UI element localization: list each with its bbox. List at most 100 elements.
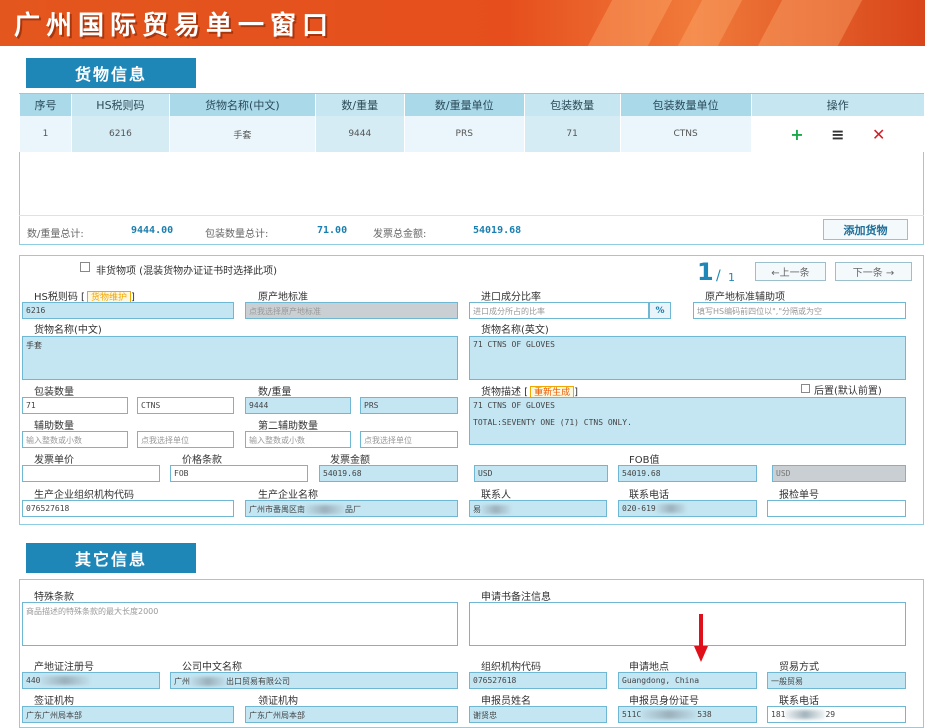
qty-label: 数/重量 [258, 387, 292, 398]
page-separator: / [716, 268, 721, 284]
import-ratio-field[interactable]: 进口成分所占的比率 [469, 302, 649, 319]
non-goods-checkbox[interactable] [80, 262, 90, 272]
declarant-id-field[interactable]: 511C 538 [618, 706, 757, 723]
aux-qty-label: 辅助数量 [34, 421, 74, 432]
cell-name-cn: 手套 [168, 116, 316, 152]
contact-label: 联系人 [481, 490, 511, 501]
origin-aux-field[interactable]: 填写HS编码前四位以","分隔或为空 [693, 302, 906, 319]
name-cn-field[interactable]: 手套 [22, 336, 458, 380]
name-en-field[interactable]: 71 CTNS OF GLOVES [469, 336, 906, 380]
prev-item-button[interactable]: ←上一条 [755, 262, 826, 281]
company-cn-field[interactable]: 广州 出口贸易有限公司 [170, 672, 458, 689]
contact-field[interactable]: 易 [469, 500, 607, 517]
fob-label: FOB值 [629, 455, 660, 466]
contact-phone2-label: 联系电话 [779, 696, 819, 707]
fob-field[interactable]: 54019.68 [618, 465, 757, 482]
producer-org-code-field[interactable]: 076527618 [22, 500, 234, 517]
producer-org-code-label: 生产企业组织机构代码 [34, 490, 134, 501]
aux-unit-select[interactable]: 点我选择单位 [137, 431, 234, 448]
aux2-qty-field[interactable]: 输入整数或小数 [245, 431, 351, 448]
collect-org-label: 领证机构 [258, 696, 298, 707]
col-name-cn: 货物名称(中文) [168, 94, 316, 116]
producer-name-label: 生产企业名称 [258, 490, 318, 501]
postfix-label: 后置(默认前置) [814, 386, 882, 397]
cell-pkg-unit: CTNS [619, 116, 752, 152]
origin-criterion-select[interactable]: 点我选择原产地标准 [245, 302, 458, 319]
company-cn-label: 公司中文名称 [182, 662, 242, 673]
contact-phone-label: 联系电话 [629, 490, 669, 501]
cell-qty: 9444 [314, 116, 405, 152]
col-qty-unit: 数/重量单位 [403, 94, 525, 116]
pkg-total-label: 包装数量总计: [205, 229, 269, 240]
col-ops: 操作 [750, 94, 924, 116]
remark-label: 申请书备注信息 [481, 592, 551, 603]
qty-field[interactable]: 9444 [245, 397, 351, 414]
producer-name-field[interactable]: 广州市番禺区南 品厂 [245, 500, 458, 517]
org-code-label: 组织机构代码 [481, 662, 541, 673]
next-item-button[interactable]: 下一条 → [835, 262, 912, 281]
cell-ops: + ≡ ✕ [750, 116, 924, 152]
aux2-qty-label: 第二辅助数量 [258, 421, 318, 432]
qty-total-label: 数/重量总计: [27, 229, 84, 240]
goods-detail-panel [19, 255, 924, 525]
app-title: 广州国际贸易单一窗口 [14, 11, 335, 41]
invoice-unit-price-label: 发票单价 [34, 455, 74, 466]
collect-org-field[interactable]: 广东广州局本部 [245, 706, 458, 723]
goods-section-tab[interactable]: 货物信息 [26, 58, 196, 88]
pkg-qty-field[interactable]: 71 [22, 397, 128, 414]
col-pkg: 包装数量 [523, 94, 621, 116]
aux-qty-field[interactable]: 输入整数或小数 [22, 431, 128, 448]
delete-row-icon[interactable]: ✕ [870, 125, 888, 144]
col-qty: 数/重量 [314, 94, 405, 116]
special-terms-label: 特殊条款 [34, 592, 74, 603]
import-ratio-label: 进口成分比率 [481, 292, 541, 303]
contact-phone-field[interactable]: 020-619 [618, 500, 757, 517]
col-hs: HS税则码 [70, 94, 170, 116]
description-line-2: TOTAL:SEVENTY ONE (71) CTNS ONLY. [473, 418, 632, 427]
qty-total-value: 9444.00 [131, 225, 174, 236]
other-section-tab[interactable]: 其它信息 [26, 543, 196, 573]
special-terms-field[interactable]: 商品描述的特殊条款的最大长度2000 [22, 602, 458, 646]
declarant-name-field[interactable]: 谢贤忠 [469, 706, 607, 723]
origin-aux-label: 原产地标准辅助项 [705, 292, 785, 303]
qty-unit-field[interactable]: PRS [360, 397, 458, 414]
description-field[interactable]: 71 CTNS OF GLOVES TOTAL:SEVENTY ONE (71)… [469, 397, 906, 445]
add-goods-button[interactable]: 添加货物 [823, 219, 908, 240]
trade-mode-label: 贸易方式 [779, 662, 819, 673]
price-terms-label: 价格条款 [182, 455, 222, 466]
origin-criterion-label: 原产地标准 [258, 292, 308, 303]
invoice-unit-price-field[interactable] [22, 465, 160, 482]
reg-no-label: 产地证注册号 [34, 662, 94, 673]
declarant-id-label: 申报员身份证号 [629, 696, 699, 707]
invoice-amount-label: 发票金额 [330, 455, 370, 466]
page-total: 1 [728, 271, 735, 284]
contact-phone2-field[interactable]: 181 29 [767, 706, 906, 723]
add-row-icon[interactable]: + [788, 125, 806, 144]
pkg-unit-field[interactable]: CTNS [137, 397, 234, 414]
cell-qty-unit: PRS [403, 116, 525, 152]
invoice-amount-field[interactable]: 54019.68 [319, 465, 458, 482]
reg-no-field[interactable]: 440 [22, 672, 160, 689]
hs-code-field[interactable]: 6216 [22, 302, 234, 319]
percent-icon: % [649, 302, 671, 319]
table-row[interactable]: 1 6216 手套 9444 PRS 71 CTNS + ≡ ✕ [19, 116, 924, 152]
name-en-label: 货物名称(英文) [481, 325, 549, 336]
trade-mode-field[interactable]: 一般贸易 [767, 672, 906, 689]
apply-place-field[interactable]: Guangdong, China [618, 672, 757, 689]
visa-org-field[interactable]: 广东广州局本部 [22, 706, 234, 723]
remark-field[interactable] [469, 602, 906, 646]
invoice-total-value: 54019.68 [473, 225, 522, 236]
postfix-checkbox[interactable] [801, 384, 810, 393]
aux2-unit-select[interactable]: 点我选择单位 [360, 431, 458, 448]
inspection-no-label: 报检单号 [779, 490, 819, 501]
cell-seq: 1 [19, 116, 72, 152]
cell-hs: 6216 [70, 116, 170, 152]
inspection-no-field[interactable] [767, 500, 906, 517]
edit-row-icon[interactable]: ≡ [829, 125, 847, 144]
fob-currency-field[interactable]: USD [772, 465, 906, 482]
currency-field[interactable]: USD [474, 465, 608, 482]
goods-summary: 数/重量总计: 9444.00 包装数量总计: 71.00 发票总金额: 540… [19, 215, 924, 245]
price-terms-field[interactable]: FOB [170, 465, 308, 482]
org-code-field[interactable]: 076527618 [469, 672, 607, 689]
page-current: 1 [697, 258, 714, 286]
